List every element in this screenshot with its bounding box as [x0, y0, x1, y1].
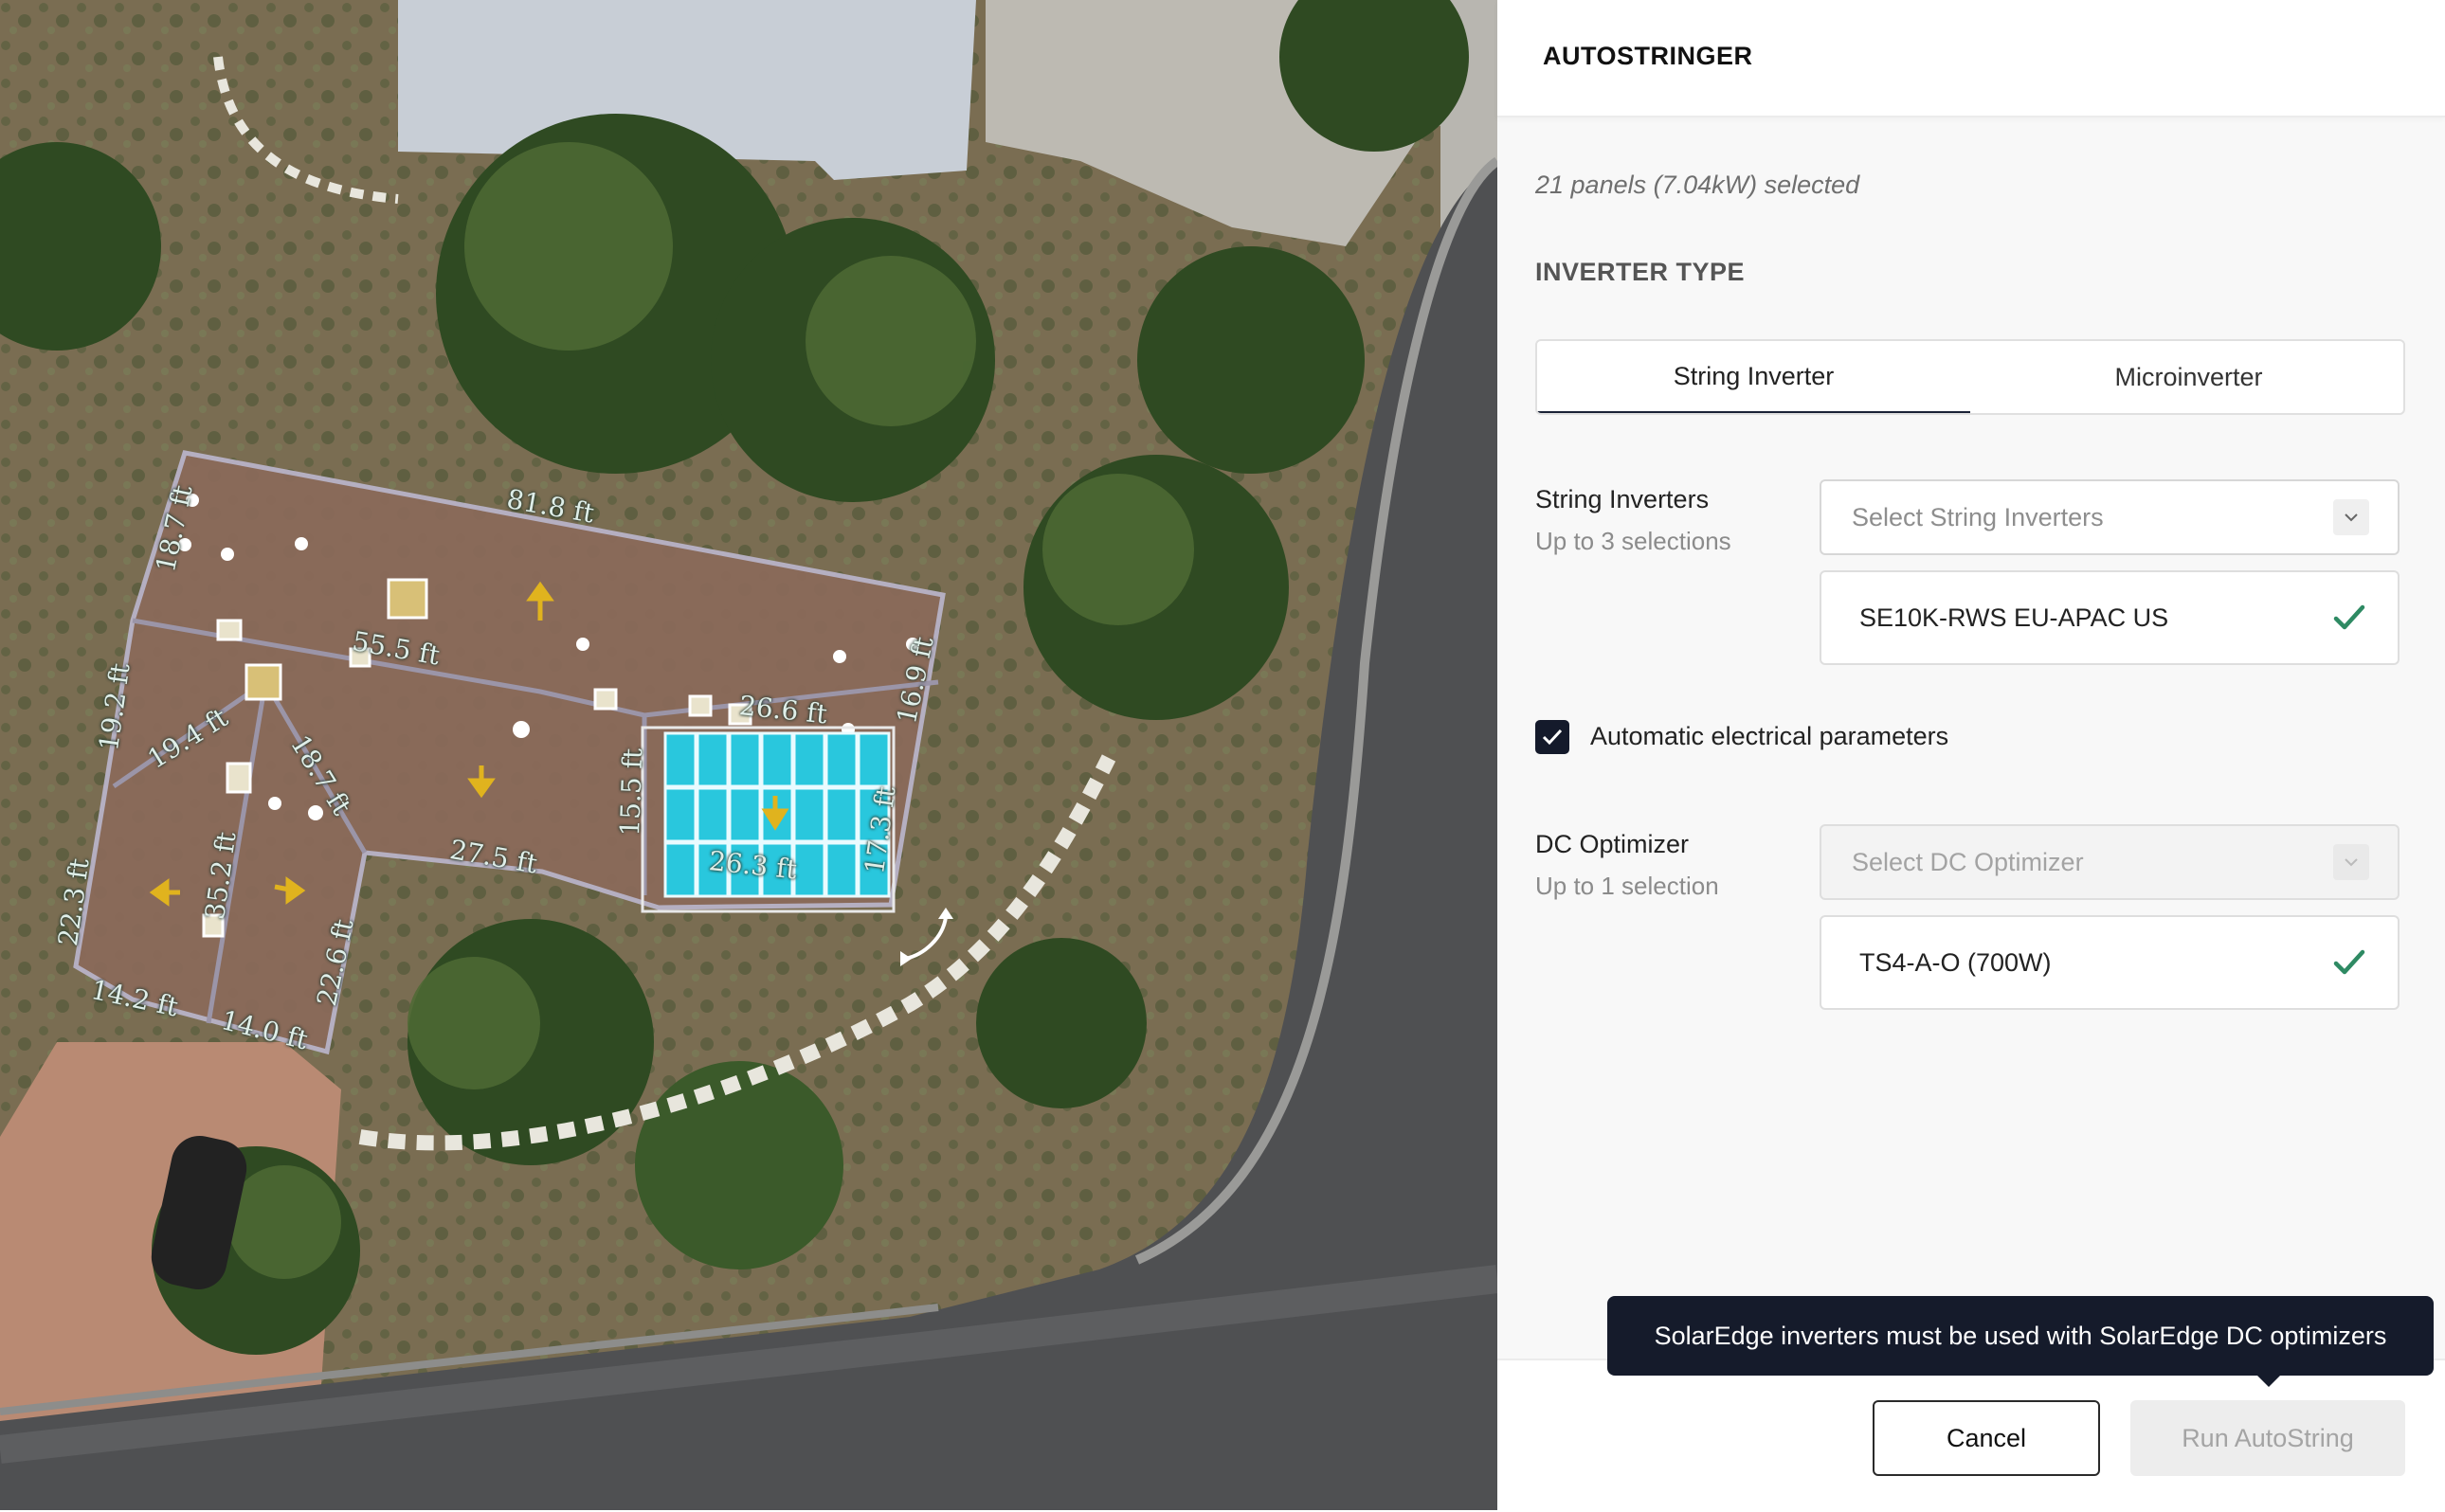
- dc-optimizer-option-label: TS4-A-O (700W): [1859, 947, 2052, 977]
- checkmark-icon: [1542, 729, 1563, 746]
- check-icon: [2333, 949, 2365, 975]
- dc-optimizer-sublabel: Up to 1 selection: [1535, 872, 1719, 900]
- tab-microinverter[interactable]: Microinverter: [1972, 341, 2403, 413]
- string-inverters-sublabel: Up to 3 selections: [1535, 527, 1731, 555]
- auto-params-checkbox[interactable]: [1535, 720, 1569, 754]
- dc-optimizer-option[interactable]: TS4-A-O (700W): [1820, 915, 2400, 1010]
- chevron-down-icon[interactable]: [2333, 844, 2369, 880]
- dim-label: 15.5 ft: [614, 747, 649, 837]
- run-autostring-button[interactable]: Run AutoString: [2130, 1400, 2405, 1476]
- string-inverter-option-label: SE10K-RWS EU-APAC US: [1859, 603, 2169, 632]
- check-icon: [2333, 604, 2365, 630]
- inverter-type-tabs: String Inverter Microinverter: [1535, 339, 2405, 415]
- chevron-down-icon[interactable]: [2333, 499, 2369, 535]
- selection-summary: 21 panels (7.04kW) selected: [1535, 171, 1860, 199]
- string-inverters-label: String Inverters: [1535, 485, 1710, 513]
- panel-title: AUTOSTRINGER: [1543, 42, 1753, 70]
- cancel-button[interactable]: Cancel: [1873, 1400, 2100, 1476]
- aerial-imagery: [0, 0, 1497, 1510]
- dc-optimizer-placeholder: Select DC Optimizer: [1852, 847, 2084, 876]
- panel-footer: Cancel Run AutoString: [1497, 1359, 2445, 1512]
- string-inverter-option[interactable]: SE10K-RWS EU-APAC US: [1820, 570, 2400, 665]
- auto-params-label: Automatic electrical parameters: [1590, 722, 1949, 750]
- tooltip-arrow: [2255, 1374, 2282, 1387]
- panel-header: AUTOSTRINGER: [1497, 0, 2445, 117]
- string-inverters-select[interactable]: Select String Inverters: [1820, 479, 2400, 555]
- string-inverters-placeholder: Select String Inverters: [1852, 502, 2104, 531]
- aerial-map[interactable]: 81.8 ft 18.7 ft 55.5 ft 26.6 ft 16.9 ft …: [0, 0, 1497, 1510]
- tab-string-inverter[interactable]: String Inverter: [1537, 341, 1970, 413]
- dc-optimizer-label: DC Optimizer: [1535, 830, 1690, 858]
- inverter-type-heading: INVERTER TYPE: [1535, 258, 1746, 286]
- dc-optimizer-select[interactable]: Select DC Optimizer: [1820, 824, 2400, 900]
- tooltip: SolarEdge inverters must be used with So…: [1607, 1296, 2434, 1376]
- autostringer-panel: AUTOSTRINGER 21 panels (7.04kW) selected…: [1497, 0, 2445, 1512]
